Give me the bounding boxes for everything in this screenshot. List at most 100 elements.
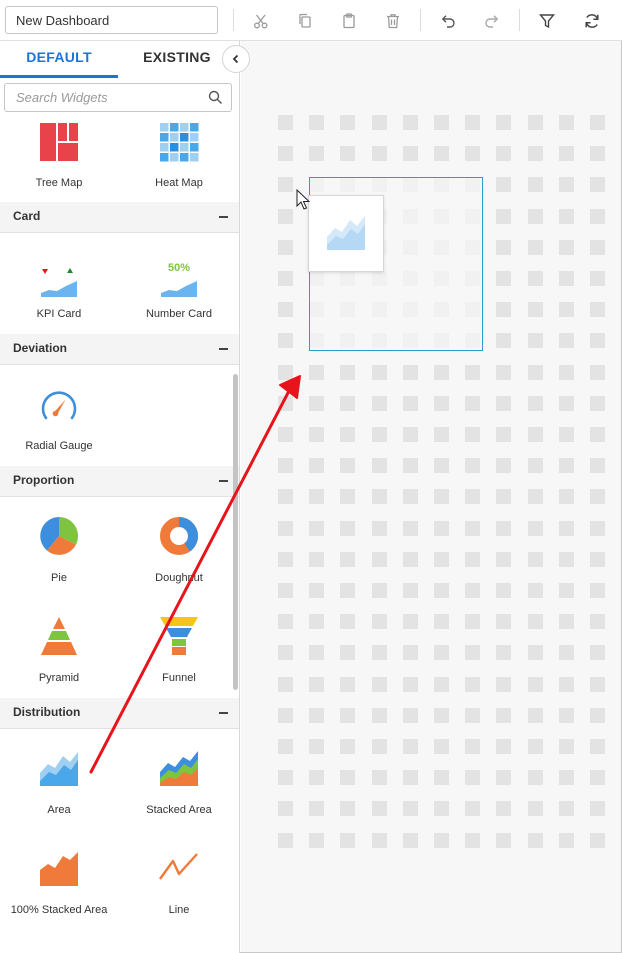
grid-cell — [465, 708, 480, 723]
grid-cell — [590, 146, 605, 161]
collapse-minus-icon[interactable] — [219, 348, 228, 350]
grid-cell — [590, 552, 605, 567]
refresh-icon — [585, 14, 599, 28]
search-icon[interactable] — [208, 90, 223, 105]
grid-cell — [403, 583, 418, 598]
widget-label: 100% Stacked Area — [10, 904, 108, 916]
grid-cell — [496, 177, 511, 192]
widget-funnel[interactable]: Funnel — [120, 616, 238, 686]
grid-cell — [559, 552, 574, 567]
grid-cell — [496, 645, 511, 660]
treemap-icon — [40, 123, 78, 161]
grid-cell — [496, 770, 511, 785]
grid-cell — [340, 521, 355, 536]
delete-button[interactable] — [380, 8, 406, 34]
grid-cell — [340, 489, 355, 504]
grid-cell — [465, 365, 480, 380]
grid-cell — [403, 833, 418, 848]
widget-kpi-card[interactable]: KPI Card — [0, 259, 118, 324]
grid-cell — [340, 801, 355, 816]
grid-cell — [528, 458, 543, 473]
grid-cell — [496, 521, 511, 536]
widget-line[interactable]: Line — [120, 848, 238, 918]
grid-cell — [340, 583, 355, 598]
grid-cell — [372, 708, 387, 723]
grid-cell — [496, 427, 511, 442]
grid-cell — [559, 209, 574, 224]
widget-doughnut[interactable]: Doughnut — [120, 516, 238, 586]
tab-existing[interactable]: EXISTING — [118, 41, 236, 78]
category-deviation[interactable]: Deviation — [0, 334, 239, 365]
grid-cell — [465, 583, 480, 598]
widget-label: Funnel — [162, 672, 196, 684]
grid-cell — [309, 365, 324, 380]
grid-cell — [559, 739, 574, 754]
grid-cell — [278, 645, 293, 660]
grid-cell — [528, 770, 543, 785]
grid-cell — [434, 645, 449, 660]
grid-cell — [559, 146, 574, 161]
grid-cell — [403, 427, 418, 442]
widget-stacked-area-100[interactable]: 100% Stacked Area — [0, 848, 118, 928]
grid-cell — [528, 209, 543, 224]
refresh-button[interactable] — [579, 8, 605, 34]
collapse-panel-button[interactable] — [222, 45, 250, 73]
grid-cell — [403, 365, 418, 380]
widget-radial-gauge[interactable]: Radial Gauge — [0, 385, 118, 455]
grid-cell — [559, 458, 574, 473]
grid-cell — [340, 739, 355, 754]
grid-cell — [590, 489, 605, 504]
widget-heat-map[interactable]: Heat Map — [120, 122, 238, 192]
filter-button[interactable] — [534, 8, 560, 34]
category-card[interactable]: Card — [0, 202, 239, 233]
grid-cell — [559, 801, 574, 816]
category-proportion[interactable]: Proportion — [0, 466, 239, 497]
grid-cell — [309, 521, 324, 536]
panel-scrollbar[interactable] — [233, 374, 238, 690]
panel-tabs: DEFAULT EXISTING — [0, 41, 239, 78]
widget-area[interactable]: Area — [0, 748, 118, 818]
copy-button[interactable] — [292, 8, 318, 34]
pie-icon — [40, 517, 79, 555]
grid-cell — [559, 177, 574, 192]
grid-cell — [372, 552, 387, 567]
collapse-minus-icon[interactable] — [219, 480, 228, 482]
grid-cell — [465, 521, 480, 536]
grid-cell — [309, 552, 324, 567]
search-input[interactable] — [5, 84, 195, 111]
category-title: Distribution — [13, 705, 81, 719]
grid-cell — [403, 770, 418, 785]
grid-cell — [403, 801, 418, 816]
grid-cell — [465, 770, 480, 785]
paste-button[interactable] — [336, 8, 362, 34]
widget-pyramid[interactable]: Pyramid — [0, 616, 118, 686]
widget-number-card[interactable]: 50% Number Card — [120, 259, 238, 324]
toolbar-separator — [519, 9, 520, 31]
grid-cell — [528, 833, 543, 848]
grid-cell — [590, 271, 605, 286]
dashboard-name-input[interactable] — [5, 6, 218, 34]
grid-cell — [590, 427, 605, 442]
grid-cell — [278, 583, 293, 598]
undo-button[interactable] — [435, 8, 461, 34]
grid-cell — [559, 770, 574, 785]
grid-cell — [340, 770, 355, 785]
redo-button[interactable] — [479, 8, 505, 34]
widget-label: Tree Map — [35, 177, 83, 189]
cut-button[interactable] — [248, 8, 274, 34]
grid-cell — [434, 146, 449, 161]
widget-stacked-area[interactable]: Stacked Area — [120, 748, 238, 818]
widget-tree-map[interactable]: Tree Map — [0, 122, 118, 192]
collapse-minus-icon[interactable] — [219, 712, 228, 714]
collapse-minus-icon[interactable] — [219, 216, 228, 218]
grid-cell — [403, 645, 418, 660]
grid-cell — [496, 739, 511, 754]
grid-cell — [434, 458, 449, 473]
category-distribution[interactable]: Distribution — [0, 698, 239, 729]
grid-cell — [372, 614, 387, 629]
tab-default[interactable]: DEFAULT — [0, 41, 118, 78]
grid-cell — [528, 115, 543, 130]
kpi-card-icon — [41, 268, 77, 297]
widget-pie[interactable]: Pie — [0, 516, 118, 586]
grid-cell — [434, 427, 449, 442]
